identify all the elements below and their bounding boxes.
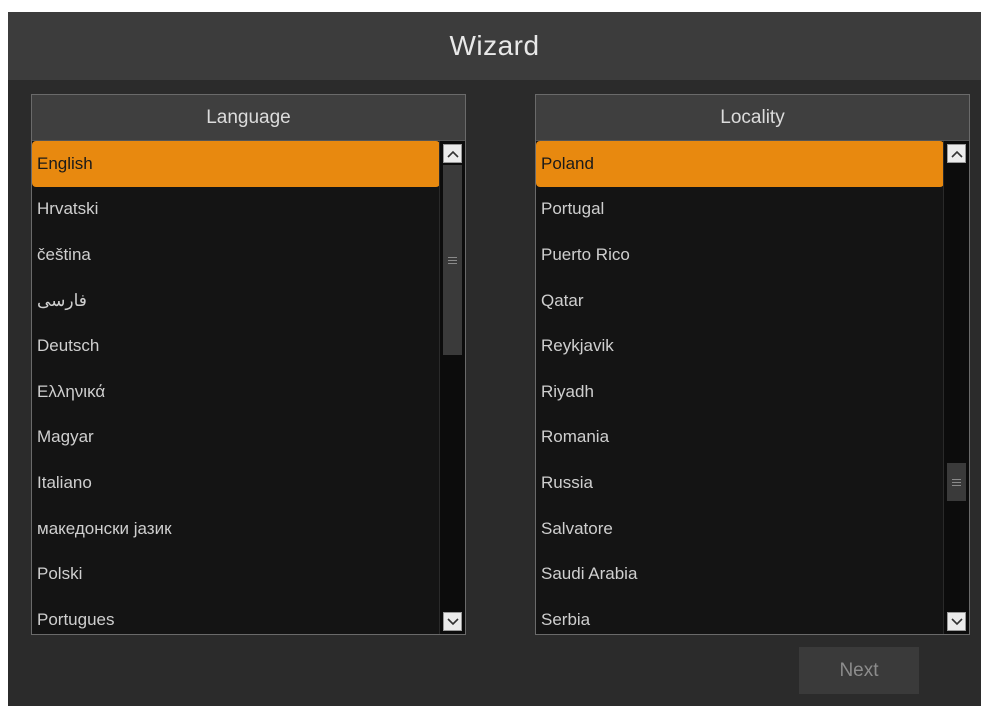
language-list-item[interactable]: čeština [32, 232, 440, 278]
chevron-down-icon[interactable] [443, 612, 462, 631]
locality-scrollbar[interactable] [943, 141, 969, 634]
locality-list-item[interactable]: Russia [536, 460, 944, 506]
wizard-window: Wizard Language English Hrvatski čeština فا… [8, 12, 981, 706]
language-list-item[interactable]: македонски јазик [32, 506, 440, 552]
locality-list-item[interactable]: Portugal [536, 187, 944, 233]
language-list-item[interactable]: Italiano [32, 460, 440, 506]
chevron-down-icon[interactable] [947, 612, 966, 631]
chevron-up-icon[interactable] [443, 144, 462, 163]
language-list-item[interactable]: Deutsch [32, 323, 440, 369]
locality-list-item[interactable]: Reykjavik [536, 323, 944, 369]
language-panel: Language English Hrvatski čeština فارسی Deut… [31, 94, 466, 635]
locality-list-item[interactable]: Romania [536, 415, 944, 461]
next-button[interactable]: Next [799, 647, 919, 694]
language-list-item[interactable]: Polski [32, 551, 440, 597]
language-list-item[interactable]: Hrvatski [32, 187, 440, 233]
language-list-item[interactable]: English [32, 141, 440, 187]
language-list-item[interactable]: Magyar [32, 415, 440, 461]
language-list-item[interactable]: فارسی [32, 278, 440, 324]
locality-scroll-thumb[interactable] [947, 463, 966, 501]
locality-list-item[interactable]: Poland [536, 141, 944, 187]
language-list[interactable]: English Hrvatski čeština فارسی Deutsch Ελληνι… [32, 141, 440, 634]
locality-list[interactable]: Poland Portugal Puerto Rico Qatar Reykjavik R… [536, 141, 944, 634]
grip-icon [448, 256, 457, 264]
title-bar: Wizard [8, 12, 981, 80]
locality-list-item[interactable]: Puerto Rico [536, 232, 944, 278]
language-header: Language [32, 95, 465, 141]
locality-panel: Locality Poland Portugal Puerto Rico Qatar R… [535, 94, 970, 635]
locality-list-item[interactable]: Salvatore [536, 506, 944, 552]
grip-icon [952, 478, 961, 486]
locality-list-item[interactable]: Saudi Arabia [536, 551, 944, 597]
window-title: Wizard [449, 30, 540, 61]
chevron-up-icon[interactable] [947, 144, 966, 163]
locality-list-item[interactable]: Serbia [536, 597, 944, 634]
language-scrollbar[interactable] [439, 141, 465, 634]
language-scroll-thumb[interactable] [443, 165, 462, 355]
language-list-item[interactable]: Portugues [32, 597, 440, 634]
language-list-item[interactable]: Ελληνικά [32, 369, 440, 415]
locality-list-item[interactable]: Qatar [536, 278, 944, 324]
locality-list-item[interactable]: Riyadh [536, 369, 944, 415]
locality-header: Locality [536, 95, 969, 141]
